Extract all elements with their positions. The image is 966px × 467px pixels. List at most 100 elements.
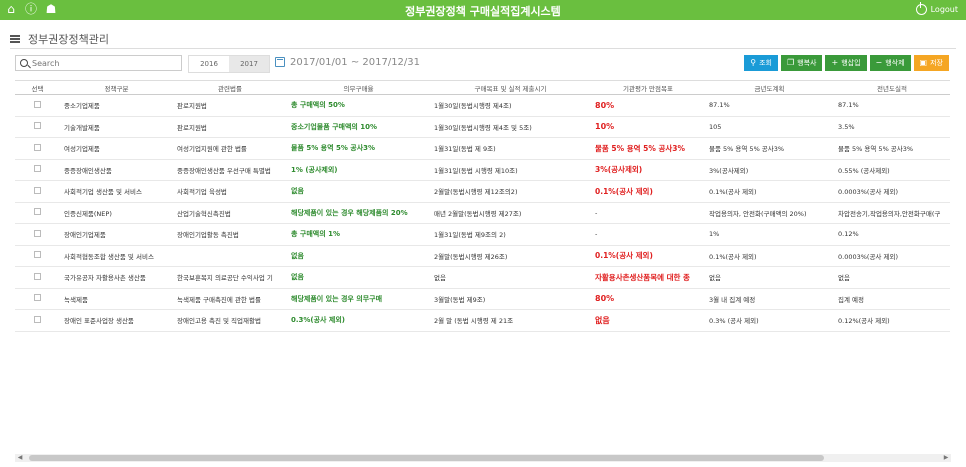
col-law[interactable]: 관련법률: [173, 80, 287, 95]
table-row[interactable]: 장애인 표준사업장 생산품 장애인고용 촉진 및 직업재활법 0.3%(공사 제외)…: [15, 309, 950, 332]
prev-value: 3.5%: [838, 122, 855, 131]
plan-value: 105: [709, 122, 722, 131]
search-box[interactable]: [15, 55, 182, 71]
row-checkbox-cell: [15, 223, 60, 246]
law-value: 한국보훈복지 의료공단 수익사업 기: [177, 274, 273, 283]
row-checkbox[interactable]: [34, 208, 41, 216]
rate-value: 해당제품이 있는 경우 의무구매: [291, 294, 383, 303]
query-button[interactable]: ⚲ 조회: [744, 55, 778, 71]
scroll-left-icon[interactable]: ◀: [16, 454, 24, 462]
row-checkbox[interactable]: [34, 165, 41, 173]
cell-policy: 여성기업제품: [60, 137, 173, 160]
submit-value: 1월31일(동법 제9조의 2): [434, 231, 506, 240]
table-row[interactable]: 여성기업제품 여성기업지원에 관한 법률 물품 5% 용역 5% 공사3% 1월31일…: [15, 137, 950, 160]
cell-prev: 차압전송기,작업용의자,안전화구매(구: [834, 202, 950, 224]
cell-submit: 1월30일(동법시행령 제4조): [430, 94, 591, 117]
cell-law: 녹색제품 구매촉진에 관한 법률: [173, 288, 287, 310]
delete-row-button[interactable]: − 행삭제: [869, 55, 911, 71]
cell-rate: 해당제품이 있는 경우 해당제품의 20%: [287, 202, 430, 224]
target-value: 없음: [595, 315, 610, 325]
row-checkbox-cell: [15, 245, 60, 267]
table-row[interactable]: 중증장애인생산품 중증장애인생산품 우선구매 특별법 1% (공사제외) 1월31일(…: [15, 159, 950, 181]
table-row[interactable]: 중소기업제품 판로지원법 총 구매액의 50% 1월30일(동법시행령 제4조) 80%…: [15, 94, 950, 117]
row-checkbox[interactable]: [34, 143, 41, 151]
row-checkbox-cell: [15, 202, 60, 224]
copy-row-button[interactable]: ❐ 행복사: [780, 55, 823, 71]
insert-row-label: 행삽입: [841, 59, 861, 67]
calendar-icon[interactable]: [275, 57, 285, 67]
row-checkbox-cell: [15, 180, 60, 203]
cell-prev: 87.1%: [834, 94, 950, 117]
cell-target: -: [591, 223, 705, 246]
cell-prev: 0.12%(공사 제외): [834, 309, 950, 332]
col-plan[interactable]: 금년도계획: [705, 80, 834, 95]
table-row[interactable]: 장애인기업제품 장애인기업활동 촉진법 총 구매액의 1% 1월31일(동법 제9조의…: [15, 223, 950, 246]
app-title: 정부권장정책 구매실적집계시스템: [405, 5, 561, 18]
col-prev[interactable]: 전년도실적: [834, 80, 950, 95]
submit-value: 2월 말 (동법 시행령 제 21조: [434, 317, 514, 326]
cell-policy: 기술개발제품: [60, 116, 173, 138]
divider: [10, 48, 956, 49]
table-row[interactable]: 기술개발제품 판로지원법 중소기업물품 구매액의 10% 1월30일(동법시행령 제4…: [15, 116, 950, 138]
prev-value: 0.12%: [838, 230, 859, 239]
row-checkbox[interactable]: [34, 186, 41, 194]
prev-value: 집계 예정: [838, 295, 864, 304]
date-range: 2017/01/01 ~ 2017/12/31: [290, 57, 421, 68]
table-row[interactable]: 국가유공자 자활용사촌 생산품 한국보훈복지 의료공단 수익사업 기 없음 없음 자활용…: [15, 266, 950, 289]
col-submit[interactable]: 구매목표 및 실적 제출시기: [430, 80, 591, 95]
scroll-right-icon[interactable]: ▶: [942, 454, 950, 462]
query-label: 조회: [759, 59, 772, 67]
row-checkbox[interactable]: [34, 251, 41, 259]
col-target[interactable]: 기관평가 만점목표: [591, 80, 705, 95]
minus-icon: −: [875, 58, 883, 67]
logout-button[interactable]: Logout: [915, 2, 958, 15]
prev-value: 87.1%: [838, 101, 859, 110]
table-row[interactable]: 사회적기업 생산품 및 서비스 사회적기업 육성법 없음 2월말(동법시행령 제12조…: [15, 180, 950, 203]
cell-law: 한국보훈복지 의료공단 수익사업 기: [173, 266, 287, 289]
top-bar: ⌂ ⓘ ☗ 정부권장정책 구매실적집계시스템 Logout: [0, 0, 966, 20]
col-rate[interactable]: 의무구매율: [287, 80, 430, 95]
table-row[interactable]: 인증신제품(NEP) 산업기술혁신촉진법 해당제품이 있는 경우 해당제품의 20%…: [15, 202, 950, 224]
row-checkbox[interactable]: [34, 122, 41, 130]
cell-rate: 없음: [287, 266, 430, 289]
cell-target: 80%: [591, 288, 705, 310]
insert-row-button[interactable]: + 행삽입: [825, 55, 867, 71]
cell-law: 중증장애인생산품 우선구매 특별법: [173, 159, 287, 181]
save-button[interactable]: ▣ 저장: [913, 55, 949, 71]
plan-value: 1%: [709, 230, 720, 239]
row-checkbox[interactable]: [34, 229, 41, 237]
cell-target: 물품 5% 용역 5% 공사3%: [591, 137, 705, 160]
horizontal-scrollbar[interactable]: ◀ ▶: [15, 454, 951, 462]
cell-plan: 3%(공사제외): [705, 159, 834, 181]
save-icon: ▣: [919, 58, 928, 67]
target-value: 0.1%(공사 제외): [595, 186, 653, 196]
delete-row-label: 행삭제: [885, 59, 905, 67]
cell-prev: 물품 5% 용역 5% 공사3%: [834, 137, 950, 160]
year-2016-button[interactable]: 2016: [189, 56, 229, 72]
cell-target: 80%: [591, 94, 705, 117]
row-checkbox[interactable]: [34, 315, 41, 323]
search-input[interactable]: [32, 58, 172, 68]
col-policy[interactable]: 정책구분: [60, 80, 173, 95]
year-2017-button[interactable]: 2017: [229, 56, 269, 72]
copy-row-label: 행복사: [797, 59, 817, 67]
table-row[interactable]: 사회적협동조합 생산품 및 서비스 없음 2월말(동법시행령 제26조) 0.1%(공…: [15, 245, 950, 267]
scroll-thumb[interactable]: [29, 455, 824, 461]
cell-law: 판로지원법: [173, 94, 287, 117]
toolbar: ⚲ 조회 ❐ 행복사 + 행삽입 − 행삭제 ▣ 저장: [744, 55, 949, 71]
cell-submit: 1월31일(동법 시행령 제10조): [430, 159, 591, 181]
target-value: -: [595, 230, 598, 239]
power-icon: [915, 2, 927, 15]
row-checkbox[interactable]: [34, 272, 41, 280]
row-checkbox[interactable]: [34, 294, 41, 302]
col-select[interactable]: 선택: [15, 80, 60, 95]
policy-value: 녹색제품: [64, 295, 88, 304]
policy-value: 사회적협동조합 생산품 및 서비스: [64, 252, 154, 261]
menu-icon[interactable]: [10, 35, 20, 43]
cell-law: [173, 245, 287, 267]
row-checkbox-cell: [15, 159, 60, 181]
rate-value: 없음: [291, 187, 304, 196]
table-row[interactable]: 녹색제품 녹색제품 구매촉진에 관한 법률 해당제품이 있는 경우 의무구매 3월말(…: [15, 288, 950, 310]
row-checkbox[interactable]: [34, 100, 41, 108]
prev-value: 물품 5% 용역 5% 공사3%: [838, 145, 914, 154]
